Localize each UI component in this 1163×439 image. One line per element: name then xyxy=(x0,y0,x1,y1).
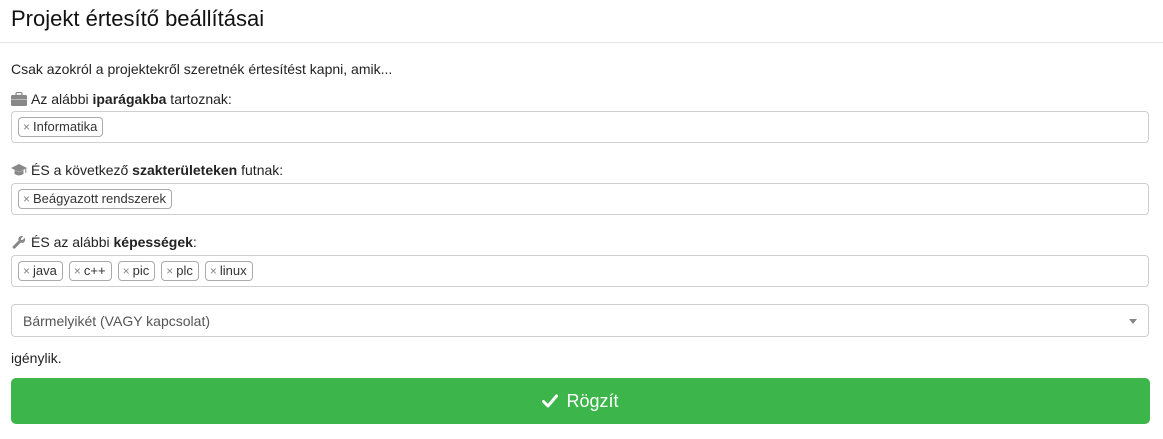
remove-tag-icon[interactable]: × xyxy=(166,262,173,280)
title-divider xyxy=(0,42,1163,43)
save-button-label: Rögzít xyxy=(566,390,619,411)
fields-label-post: futnak: xyxy=(237,162,284,178)
checkmark-icon xyxy=(542,394,559,408)
industries-label-post: tartoznak: xyxy=(166,91,232,107)
industry-tag: × Informatika xyxy=(18,117,104,137)
skill-tag-label: pic xyxy=(132,263,150,278)
match-mode-select[interactable]: Bármelyikét (VAGY kapcsolat) xyxy=(11,304,1149,337)
skill-tag: × pic xyxy=(117,261,156,281)
skill-tag-label: c++ xyxy=(83,263,106,278)
skills-input[interactable]: × java × c++ × pic × plc × linux xyxy=(11,255,1149,287)
remove-tag-icon[interactable]: × xyxy=(23,262,30,280)
match-mode-value: Bármelyikét (VAGY kapcsolat) xyxy=(23,312,210,329)
skills-label-bold: képességek xyxy=(113,234,193,250)
field-tag-label: Beágyazott rendszerek xyxy=(33,191,166,206)
industry-tag-label: Informatika xyxy=(33,119,98,134)
briefcase-icon xyxy=(11,92,27,106)
skill-tag: × plc xyxy=(161,261,199,281)
industries-label-bold: iparágakba xyxy=(92,91,167,107)
skills-label: ÉS az alábbi képességek: xyxy=(11,234,197,250)
graduation-cap-icon xyxy=(11,164,27,176)
fields-label: ÉS a következő szakterületeken futnak: xyxy=(11,162,283,178)
skill-tag: × linux xyxy=(204,261,253,281)
fields-label-pre: ÉS a következő xyxy=(31,162,133,178)
intro-text: Csak azokról a projektekről szeretnék ér… xyxy=(11,61,393,77)
skill-tag-label: linux xyxy=(219,263,247,278)
field-tag: × Beágyazott rendszerek xyxy=(18,189,172,209)
skill-tag: × c++ xyxy=(68,261,112,281)
skill-tag: × java xyxy=(18,261,63,281)
requires-text: igénylik. xyxy=(11,350,62,366)
fields-input[interactable]: × Beágyazott rendszerek xyxy=(11,183,1149,215)
skill-tag-label: plc xyxy=(176,263,193,278)
remove-tag-icon[interactable]: × xyxy=(74,262,81,280)
page-title: Projekt értesítő beállításai xyxy=(11,6,265,31)
industries-input[interactable]: × Informatika xyxy=(11,111,1149,143)
skills-label-pre: ÉS az alábbi xyxy=(31,234,114,250)
industries-label: Az alábbi iparágakba tartoznak: xyxy=(11,91,232,107)
fields-label-bold: szakterületeken xyxy=(132,162,238,178)
wrench-icon xyxy=(12,235,26,249)
remove-tag-icon[interactable]: × xyxy=(123,262,130,280)
remove-tag-icon[interactable]: × xyxy=(23,118,30,136)
save-button[interactable]: Rögzít xyxy=(11,378,1150,424)
remove-tag-icon[interactable]: × xyxy=(23,190,30,208)
skills-label-post: : xyxy=(192,234,197,250)
skill-tag-label: java xyxy=(33,263,57,278)
chevron-down-icon xyxy=(1129,319,1137,324)
industries-label-pre: Az alábbi xyxy=(31,91,93,107)
remove-tag-icon[interactable]: × xyxy=(210,262,217,280)
